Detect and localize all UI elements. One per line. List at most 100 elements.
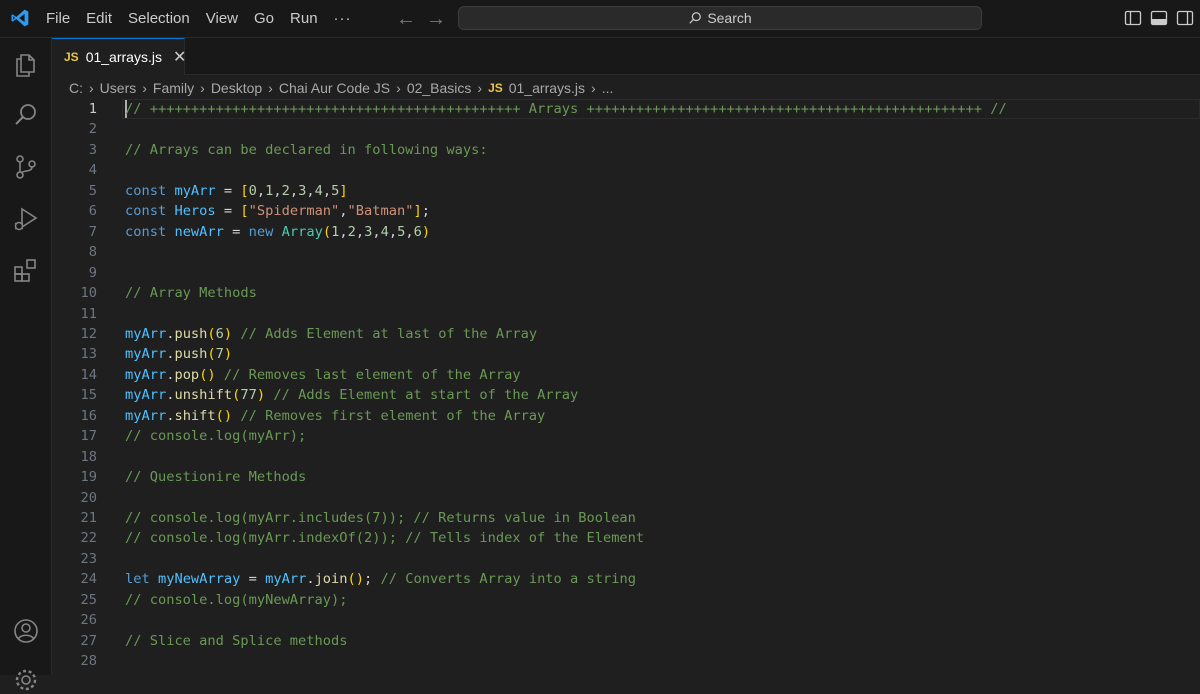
code-line[interactable]: 26 — [52, 610, 1200, 630]
code-token: () — [199, 366, 216, 383]
manage-gear-icon[interactable] — [12, 666, 40, 694]
code-line[interactable]: 5 const myArr = [0,1,2,3,4,5] — [52, 181, 1200, 201]
menu-view[interactable]: View — [198, 0, 246, 38]
code-token: = — [215, 182, 241, 199]
line-code: const Heros = ["Spiderman","Batman"]; — [125, 201, 430, 221]
menu-file[interactable]: File — [38, 0, 78, 38]
code-token: . — [306, 571, 315, 588]
code-line[interactable]: 14 myArr.pop() // Removes last element of… — [52, 365, 1200, 385]
breadcrumb-file[interactable]: 01_arrays.js — [509, 80, 585, 96]
code-line[interactable]: 10 // Array Methods — [52, 283, 1200, 303]
breadcrumb-project[interactable]: Chai Aur Code JS — [279, 80, 390, 96]
code-token: 4 — [314, 182, 323, 199]
code-token: myNewArray — [157, 571, 241, 588]
breadcrumb-folder[interactable]: 02_Basics — [407, 80, 472, 96]
line-code: // console.log(myArr.indexOf(2)); // Tel… — [125, 528, 644, 548]
chevron-right-icon: › — [477, 80, 483, 96]
line-number: 7 — [88, 223, 97, 240]
toggle-secondary-sidebar-icon[interactable] — [1176, 9, 1194, 27]
close-tab-icon[interactable]: ✕ — [173, 47, 186, 67]
code-line[interactable]: 21 // console.log(myArr.includes(7)); // … — [52, 508, 1200, 528]
code-token: // console.log(myNewArray); — [125, 591, 348, 608]
menu-run[interactable]: Run — [282, 0, 326, 38]
code-line[interactable]: 22 // console.log(myArr.indexOf(2)); // T… — [52, 528, 1200, 548]
code-line[interactable]: 12 myArr.push(6) // Adds Element at last … — [52, 324, 1200, 344]
code-line[interactable]: 17 // console.log(myArr); — [52, 426, 1200, 446]
code-token: 0 — [248, 182, 257, 199]
explorer-icon[interactable] — [12, 51, 40, 79]
toggle-panel-icon[interactable] — [1150, 9, 1168, 27]
line-number: 27 — [80, 632, 97, 649]
accounts-icon[interactable] — [12, 617, 40, 645]
code-line[interactable]: 19 // Questionire Methods — [52, 467, 1200, 487]
title-bar: File Edit Selection View Go Run ··· ← → … — [0, 0, 1200, 38]
code-line[interactable]: 18 — [52, 447, 1200, 467]
search-view-icon[interactable] — [12, 101, 40, 129]
code-token: 2 — [347, 223, 356, 240]
extensions-icon[interactable] — [12, 257, 40, 285]
code-line[interactable]: 24 let myNewArray = myArr.join(); // Conv… — [52, 569, 1200, 589]
code-editor[interactable]: 1 // ++++++++++++++++++++++++++++++++++++… — [52, 99, 1200, 675]
breadcrumb-symbols[interactable]: ... — [602, 80, 614, 96]
layout-controls — [1124, 9, 1194, 27]
code-line[interactable]: 7 const newArr = new Array(1,2,3,4,5,6) — [52, 222, 1200, 242]
code-token: 2 — [281, 182, 290, 199]
code-line[interactable]: 4 — [52, 160, 1200, 180]
line-number: 3 — [88, 141, 97, 158]
code-line[interactable]: 9 — [52, 263, 1200, 283]
code-token: push — [174, 346, 208, 363]
code-line[interactable]: 8 — [52, 242, 1200, 262]
code-line[interactable]: 20 — [52, 488, 1200, 508]
menu-go[interactable]: Go — [246, 0, 282, 38]
breadcrumb-drive[interactable]: C: — [69, 80, 83, 96]
code-line[interactable]: 3 // Arrays can be declared in following … — [52, 140, 1200, 160]
line-number: 26 — [80, 612, 97, 629]
breadcrumb-users[interactable]: Users — [100, 80, 137, 96]
breadcrumb-desktop[interactable]: Desktop — [211, 80, 262, 96]
code-token: myArr — [125, 346, 167, 363]
line-number: 17 — [80, 428, 97, 445]
code-token: () — [215, 407, 233, 424]
code-line[interactable]: 1 // ++++++++++++++++++++++++++++++++++++… — [52, 99, 1200, 119]
code-line[interactable]: 28 — [52, 651, 1200, 671]
code-token: , — [306, 182, 315, 199]
line-number: 28 — [80, 653, 97, 670]
javascript-file-icon: JS — [64, 50, 79, 64]
code-token: , — [339, 203, 348, 220]
code-token: ) — [256, 387, 266, 404]
source-control-icon[interactable] — [12, 153, 40, 181]
back-arrow-icon[interactable]: ← — [396, 8, 416, 31]
line-code: // Questionire Methods — [125, 467, 306, 487]
breadcrumb-family[interactable]: Family — [153, 80, 194, 96]
code-token: myArr — [125, 407, 167, 424]
command-center-search[interactable]: Search — [458, 6, 982, 30]
code-line[interactable]: 6 const Heros = ["Spiderman","Batman"]; — [52, 201, 1200, 221]
code-line[interactable]: 15 myArr.unshift(77) // Adds Element at s… — [52, 385, 1200, 405]
code-token: join — [314, 571, 348, 588]
line-number: 24 — [80, 571, 97, 588]
code-token: = — [223, 223, 249, 240]
tab-01-arrays-js[interactable]: JS 01_arrays.js ✕ — [52, 38, 186, 75]
code-line[interactable]: 11 — [52, 304, 1200, 324]
code-line[interactable]: 23 — [52, 549, 1200, 569]
vscode-logo-icon[interactable] — [10, 8, 30, 28]
line-code: // +++++++++++++++++++++++++++++++++++++… — [125, 99, 1007, 119]
code-line[interactable]: 2 — [52, 119, 1200, 139]
menu-selection[interactable]: Selection — [120, 0, 198, 38]
toggle-primary-sidebar-icon[interactable] — [1124, 9, 1142, 27]
forward-arrow-icon[interactable]: → — [426, 8, 446, 31]
run-and-debug-icon[interactable] — [12, 205, 40, 233]
code-token: ] — [413, 203, 422, 220]
code-line[interactable]: 16 myArr.shift() // Removes first element… — [52, 406, 1200, 426]
code-line[interactable]: 13 myArr.push(7) — [52, 344, 1200, 364]
code-token: ; — [364, 571, 381, 588]
code-line[interactable]: 27 // Slice and Splice methods — [52, 631, 1200, 651]
code-token: shift — [174, 407, 216, 424]
code-token: 4 — [380, 223, 389, 240]
code-line[interactable]: 25 // console.log(myNewArray); — [52, 590, 1200, 610]
code-token: // Adds Element at last of the Array — [240, 325, 538, 342]
code-token: 7 — [215, 346, 224, 363]
menu-more-button[interactable]: ··· — [326, 0, 360, 38]
menu-edit[interactable]: Edit — [78, 0, 120, 38]
